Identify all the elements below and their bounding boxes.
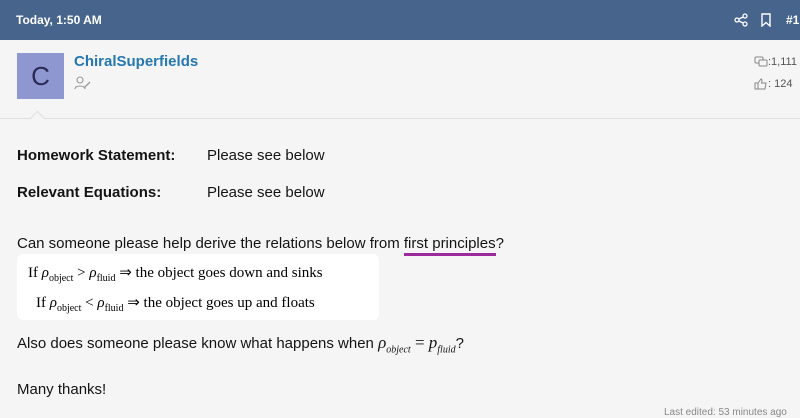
greater-than: > [73, 265, 90, 281]
rho-symbol: ρ [97, 295, 105, 311]
rho-symbol: ρ [41, 265, 49, 281]
p-symbol: p [428, 333, 438, 352]
fluid-subscript: fluid [96, 273, 116, 284]
user-edit-icon [74, 76, 92, 95]
equations-value: Please see below [207, 184, 325, 201]
bookmark-icon[interactable] [760, 13, 772, 32]
object-subscript: object [56, 303, 82, 314]
rho-symbol: ρ [49, 295, 57, 311]
question-text: Can someone please help derive the relat… [17, 235, 504, 256]
also-question-text: Also does someone please know what happe… [17, 333, 464, 355]
object-subscript: object [386, 344, 411, 356]
floats-result: ⇒ the object goes up and floats [123, 295, 315, 311]
equals-sign: = [410, 333, 429, 352]
equation-row-sinks: If ρobject > ρfluid ⇒ the object goes do… [28, 263, 323, 284]
also-before: Also does someone please know what happe… [17, 335, 379, 352]
avatar-letter: C [31, 60, 50, 91]
equation-image: If ρobject > ρfluid ⇒ the object goes do… [17, 254, 379, 320]
question-after: ? [495, 235, 504, 252]
less-than: < [81, 295, 98, 311]
sinks-result: ⇒ the object goes down and sinks [115, 265, 323, 281]
relevant-equations-row: Relevant Equations: Please see below [17, 184, 325, 201]
reaction-score: : 124 [768, 78, 793, 90]
object-subscript: object [48, 273, 74, 284]
fluid-subscript: fluid [437, 344, 456, 356]
inline-math: ρobject = pfluid [378, 333, 456, 356]
header-divider [0, 118, 800, 119]
avatar[interactable]: C [17, 53, 64, 99]
message-arrow [29, 110, 46, 127]
homework-statement-row: Homework Statement: Please see below [17, 147, 325, 164]
messages-stat: :1,111 [754, 56, 797, 68]
fluid-subscript: fluid [104, 303, 124, 314]
post-timestamp[interactable]: Today, 1:50 AM [16, 13, 102, 27]
math-if: If [28, 265, 42, 281]
homework-label: Homework Statement: [17, 147, 176, 164]
thumbs-up-icon [754, 78, 768, 90]
last-edited: Last edited: 53 minutes ago [664, 407, 787, 418]
first-principles-link[interactable]: first principles [403, 235, 496, 256]
math-if: If [36, 295, 50, 311]
username-link[interactable]: ChiralSuperfields [74, 53, 198, 70]
thanks-text: Many thanks! [17, 381, 107, 398]
messages-count: :1,111 [768, 56, 797, 68]
post-header-bar: Today, 1:50 AM #1 [0, 0, 800, 40]
share-icon[interactable] [734, 13, 748, 32]
post-number[interactable]: #1 [786, 13, 799, 27]
homework-value: Please see below [207, 147, 325, 164]
messages-icon [754, 56, 768, 68]
equation-row-floats: If ρobject < ρfluid ⇒ the object goes up… [36, 293, 315, 314]
also-after: ? [455, 335, 464, 352]
rho-symbol: ρ [89, 265, 97, 281]
equations-label: Relevant Equations: [17, 184, 162, 201]
question-before: Can someone please help derive the relat… [17, 235, 404, 252]
reaction-stat: : 124 [754, 78, 792, 90]
